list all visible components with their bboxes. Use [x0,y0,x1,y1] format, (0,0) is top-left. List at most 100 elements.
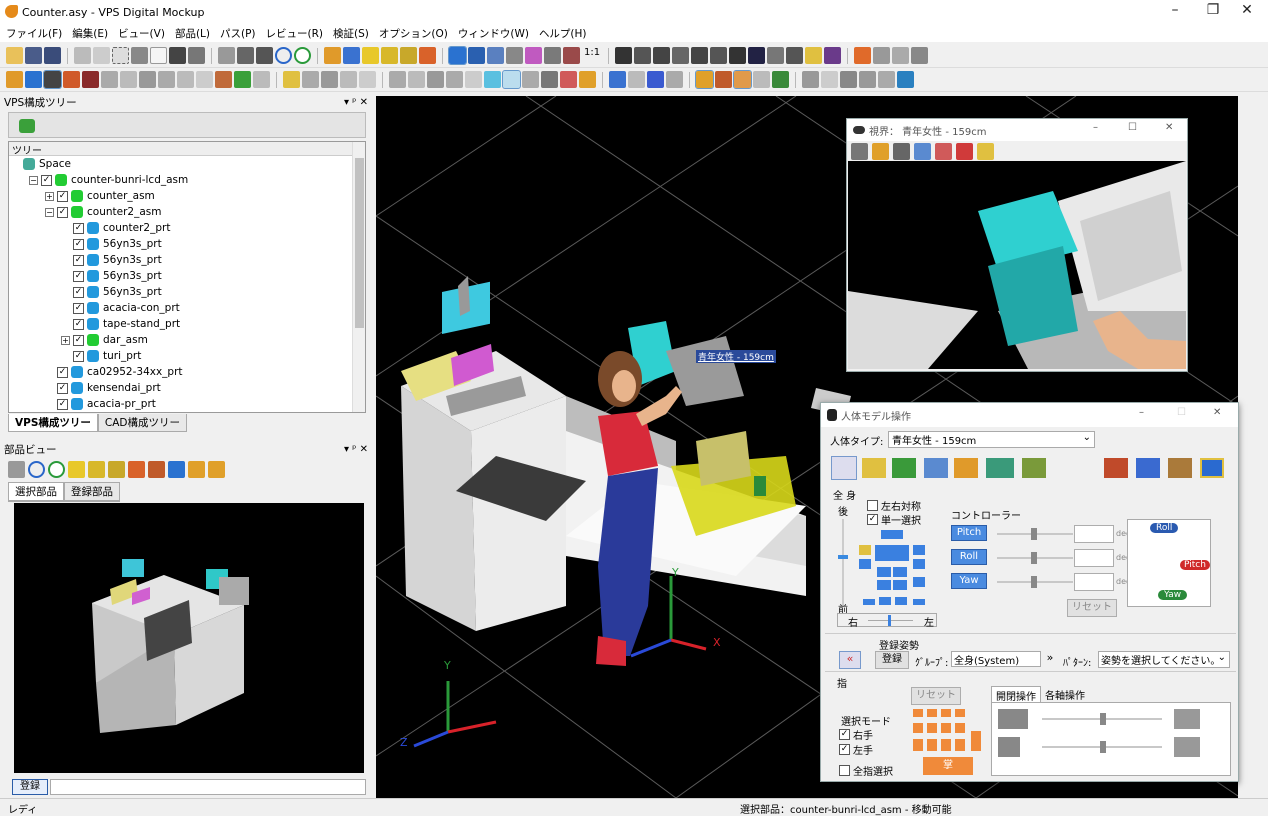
human-icon[interactable] [6,71,23,88]
tool6-icon[interactable] [878,71,895,88]
play-back-icon[interactable] [653,47,671,64]
visibility-checkbox[interactable]: ✓ [73,334,84,346]
camera-icon[interactable] [893,142,910,160]
seat-icon[interactable] [196,71,213,88]
tree-add-icon[interactable] [19,119,35,133]
save-icon[interactable] [25,47,42,64]
pitch-button[interactable]: Pitch [951,525,987,541]
all-fingers-checkbox[interactable]: 全指選択 [839,763,893,778]
eye-view-icon[interactable] [831,456,857,480]
save-all-icon[interactable] [44,47,61,64]
roll-slider[interactable] [997,552,1073,564]
yaw-spinner[interactable] [1074,573,1114,591]
visibility-checkbox[interactable]: ✓ [57,382,68,394]
register-button[interactable]: 登録 [12,779,48,795]
grip-slider-left[interactable] [1042,741,1162,753]
menu-window[interactable]: ウィンドウ(W) [458,26,529,41]
measure-icon[interactable] [389,71,406,88]
maximize-button[interactable]: ❐ [1198,2,1228,22]
human-add-icon[interactable] [25,71,42,88]
collapse-icon[interactable]: − [45,207,54,217]
posture-menu-icon[interactable] [986,458,1014,478]
yaw-slider[interactable] [997,576,1073,588]
focus-icon[interactable] [872,142,889,160]
grip-slider-right[interactable] [1042,713,1162,725]
tool2-icon[interactable] [802,71,819,88]
sparkle-icon[interactable] [484,71,501,88]
view-window-max[interactable]: ☐ [1128,122,1137,133]
lift-icon[interactable] [177,71,194,88]
camera-icon[interactable] [786,47,804,64]
tree-item[interactable]: − ✓ counter-bunri-lcd_asm [9,172,365,188]
right-hand-checkbox[interactable]: ✓ 右手 [839,727,873,742]
menu-help[interactable]: ヘルプ(H) [539,26,587,41]
tree-item[interactable]: − ✓ counter2_asm [9,204,365,220]
expand-icon[interactable] [851,142,868,160]
finger-selector[interactable] [913,709,981,757]
rotate-icon[interactable] [148,460,165,478]
tree-item[interactable]: ✓ acacia-pr_prt [9,396,365,412]
gear-icon[interactable] [522,71,539,88]
edit-icon[interactable] [977,142,994,160]
symmetric-checkbox[interactable]: 左右対称 [867,498,921,513]
explode-icon[interactable] [563,47,580,64]
fist-icon[interactable] [998,709,1028,729]
parts-panel-controls[interactable]: ▾ ᵖ ✕ [344,444,368,455]
pattern-select[interactable]: 姿勢を選択してください。 ⌄ [1098,651,1230,668]
visibility-checkbox[interactable]: ✓ [73,270,84,282]
section-icon[interactable] [544,47,561,64]
visibility-checkbox[interactable]: ✓ [73,238,84,250]
tree-item[interactable]: ✓ 56yn3s_prt [9,236,365,252]
snow-icon[interactable] [502,70,521,89]
visibility-checkbox[interactable]: ✓ [57,190,68,202]
tree-item[interactable]: ✓ turi_prt [9,348,365,364]
fist-left-icon[interactable] [998,737,1020,757]
binoculars-icon[interactable] [169,47,186,64]
menu-options[interactable]: オプション(O) [379,26,448,41]
visibility-checkbox[interactable]: ✓ [73,302,84,314]
tool4-icon[interactable] [840,71,857,88]
posture-register-button[interactable]: 登録 [875,651,909,669]
single-select-checkbox[interactable]: ✓ 単一選択 [867,512,921,527]
shade-icon[interactable] [468,47,485,64]
transparent-icon[interactable] [525,47,542,64]
tab-cad-tree[interactable]: CAD構成ツリー [97,414,187,432]
review4-icon[interactable] [753,71,770,88]
part-icon[interactable] [283,71,300,88]
menu-verify[interactable]: 検証(S) [333,26,369,41]
pause-icon[interactable] [748,47,766,64]
view-front-icon[interactable] [362,47,379,64]
parts-preview[interactable] [14,503,364,773]
zoom-icon[interactable] [28,460,45,478]
target-icon[interactable] [48,460,65,478]
table-icon[interactable] [628,71,645,88]
reach-right-icon[interactable] [892,458,916,478]
tree-panel-controls[interactable]: ▾ ᵖ ✕ [344,97,368,108]
menu-edit[interactable]: 編集(E) [72,26,108,41]
record-icon[interactable] [767,47,785,64]
curve-icon[interactable] [647,71,664,88]
roll-spinner[interactable] [1074,549,1114,567]
prev-frame-icon[interactable] [634,47,652,64]
rotate-icon[interactable] [324,47,341,64]
group-field[interactable]: 全身(System) [951,651,1041,667]
view-side-icon[interactable] [400,47,417,64]
view-top-icon[interactable] [381,47,398,64]
tree-scrollbar[interactable] [352,142,365,412]
tree-item[interactable]: ✓ tape-stand_prt [9,316,365,332]
tree-item[interactable]: + ✓ dar_asm [9,332,365,348]
posture-icon[interactable] [82,71,99,88]
visibility-checkbox[interactable]: ✓ [57,366,68,378]
tool5-icon[interactable] [859,71,876,88]
show-icon[interactable] [873,47,891,64]
tab-selected-parts[interactable]: 選択部品 [8,482,64,501]
color-icon[interactable] [234,71,251,88]
human-type-select[interactable]: 青年女性 - 159cm ⌄ [888,431,1095,448]
tab-vps-tree[interactable]: VPS構成ツリー [8,414,98,432]
review-icon[interactable] [695,70,714,89]
left-right-slider[interactable]: 右 左 [837,613,937,629]
view-top-icon[interactable] [88,460,105,478]
carry-icon[interactable] [158,71,175,88]
panel-icon[interactable] [1200,458,1224,478]
part-move-icon[interactable] [321,71,338,88]
